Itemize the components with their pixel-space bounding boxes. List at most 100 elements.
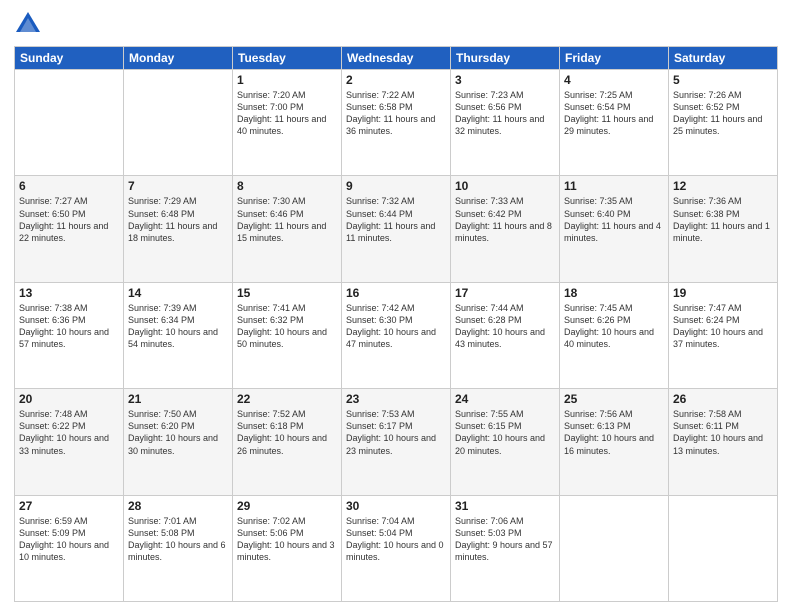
cell-info: Sunrise: 7:56 AM Sunset: 6:13 PM Dayligh… (564, 408, 664, 457)
day-number: 7 (128, 179, 228, 193)
day-number: 21 (128, 392, 228, 406)
logo (14, 10, 46, 38)
cell-info: Sunrise: 7:42 AM Sunset: 6:30 PM Dayligh… (346, 302, 446, 351)
cell-info: Sunrise: 7:58 AM Sunset: 6:11 PM Dayligh… (673, 408, 773, 457)
cell-info: Sunrise: 7:47 AM Sunset: 6:24 PM Dayligh… (673, 302, 773, 351)
cell-info: Sunrise: 7:52 AM Sunset: 6:18 PM Dayligh… (237, 408, 337, 457)
calendar-cell: 28 Sunrise: 7:01 AM Sunset: 5:08 PM Dayli… (124, 495, 233, 601)
cell-info: Sunrise: 7:26 AM Sunset: 6:52 PM Dayligh… (673, 89, 773, 138)
col-header-thursday: Thursday (451, 47, 560, 70)
calendar-cell: 30Sunrise: 7:04 AM Sunset: 5:04 PM Dayli… (342, 495, 451, 601)
day-number: 11 (564, 179, 664, 193)
calendar-cell: 26 Sunrise: 7:58 AM Sunset: 6:11 PM Dayli… (669, 389, 778, 495)
day-number: 30 (346, 499, 446, 513)
cell-info: Sunrise: 7:38 AM Sunset: 6:36 PM Dayligh… (19, 302, 119, 351)
day-number: 24 (455, 392, 555, 406)
col-header-monday: Monday (124, 47, 233, 70)
day-number: 23 (346, 392, 446, 406)
cell-info: Sunrise: 7:23 AM Sunset: 6:56 PM Dayligh… (455, 89, 555, 138)
cell-info: Sunrise: 7:25 AM Sunset: 6:54 PM Dayligh… (564, 89, 664, 138)
day-number: 9 (346, 179, 446, 193)
calendar-cell: 25 Sunrise: 7:56 AM Sunset: 6:13 PM Dayli… (560, 389, 669, 495)
calendar-cell: 2 Sunrise: 7:22 AM Sunset: 6:58 PM Daylig… (342, 70, 451, 176)
calendar-cell: 29 Sunrise: 7:02 AM Sunset: 5:06 PM Dayli… (233, 495, 342, 601)
day-number: 19 (673, 286, 773, 300)
calendar-cell: 5 Sunrise: 7:26 AM Sunset: 6:52 PM Daylig… (669, 70, 778, 176)
logo-icon (14, 10, 42, 38)
calendar-cell: 11 Sunrise: 7:35 AM Sunset: 6:40 PM Dayli… (560, 176, 669, 282)
day-number: 15 (237, 286, 337, 300)
cell-info: Sunrise: 7:41 AM Sunset: 6:32 PM Dayligh… (237, 302, 337, 351)
calendar-cell: 1Sunrise: 7:20 AM Sunset: 7:00 PM Daylig… (233, 70, 342, 176)
calendar-cell: 3 Sunrise: 7:23 AM Sunset: 6:56 PM Daylig… (451, 70, 560, 176)
col-header-friday: Friday (560, 47, 669, 70)
calendar-cell: 22Sunrise: 7:52 AM Sunset: 6:18 PM Dayli… (233, 389, 342, 495)
calendar-cell (15, 70, 124, 176)
day-number: 12 (673, 179, 773, 193)
day-number: 16 (346, 286, 446, 300)
calendar-cell: 24 Sunrise: 7:55 AM Sunset: 6:15 PM Dayli… (451, 389, 560, 495)
calendar-cell: 4 Sunrise: 7:25 AM Sunset: 6:54 PM Daylig… (560, 70, 669, 176)
day-number: 28 (128, 499, 228, 513)
day-number: 26 (673, 392, 773, 406)
calendar-cell (669, 495, 778, 601)
day-number: 29 (237, 499, 337, 513)
cell-info: Sunrise: 7:50 AM Sunset: 6:20 PM Dayligh… (128, 408, 228, 457)
day-number: 1 (237, 73, 337, 87)
cell-info: Sunrise: 7:32 AM Sunset: 6:44 PM Dayligh… (346, 195, 446, 244)
day-number: 18 (564, 286, 664, 300)
col-header-tuesday: Tuesday (233, 47, 342, 70)
calendar-cell: 12 Sunrise: 7:36 AM Sunset: 6:38 PM Dayli… (669, 176, 778, 282)
day-number: 4 (564, 73, 664, 87)
day-number: 20 (19, 392, 119, 406)
calendar-cell: 7Sunrise: 7:29 AM Sunset: 6:48 PM Daylig… (124, 176, 233, 282)
day-number: 5 (673, 73, 773, 87)
calendar-cell: 27 Sunrise: 6:59 AM Sunset: 5:09 PM Dayli… (15, 495, 124, 601)
calendar-cell: 23 Sunrise: 7:53 AM Sunset: 6:17 PM Dayli… (342, 389, 451, 495)
calendar-cell: 31 Sunrise: 7:06 AM Sunset: 5:03 PM Dayli… (451, 495, 560, 601)
calendar-table: SundayMondayTuesdayWednesdayThursdayFrid… (14, 46, 778, 602)
col-header-sunday: Sunday (15, 47, 124, 70)
cell-info: Sunrise: 6:59 AM Sunset: 5:09 PM Dayligh… (19, 515, 119, 564)
cell-info: Sunrise: 7:02 AM Sunset: 5:06 PM Dayligh… (237, 515, 337, 564)
cell-info: Sunrise: 7:01 AM Sunset: 5:08 PM Dayligh… (128, 515, 228, 564)
day-number: 31 (455, 499, 555, 513)
col-header-wednesday: Wednesday (342, 47, 451, 70)
cell-info: Sunrise: 7:33 AM Sunset: 6:42 PM Dayligh… (455, 195, 555, 244)
calendar-cell: 8Sunrise: 7:30 AM Sunset: 6:46 PM Daylig… (233, 176, 342, 282)
calendar-cell: 16 Sunrise: 7:42 AM Sunset: 6:30 PM Dayli… (342, 282, 451, 388)
day-number: 8 (237, 179, 337, 193)
calendar-cell: 21 Sunrise: 7:50 AM Sunset: 6:20 PM Dayli… (124, 389, 233, 495)
cell-info: Sunrise: 7:44 AM Sunset: 6:28 PM Dayligh… (455, 302, 555, 351)
calendar-cell: 6 Sunrise: 7:27 AM Sunset: 6:50 PM Daylig… (15, 176, 124, 282)
cell-info: Sunrise: 7:53 AM Sunset: 6:17 PM Dayligh… (346, 408, 446, 457)
calendar-cell: 10 Sunrise: 7:33 AM Sunset: 6:42 PM Dayli… (451, 176, 560, 282)
cell-info: Sunrise: 7:55 AM Sunset: 6:15 PM Dayligh… (455, 408, 555, 457)
day-number: 25 (564, 392, 664, 406)
calendar-cell: 9 Sunrise: 7:32 AM Sunset: 6:44 PM Daylig… (342, 176, 451, 282)
cell-info: Sunrise: 7:27 AM Sunset: 6:50 PM Dayligh… (19, 195, 119, 244)
day-number: 17 (455, 286, 555, 300)
cell-info: Sunrise: 7:36 AM Sunset: 6:38 PM Dayligh… (673, 195, 773, 244)
cell-info: Sunrise: 7:35 AM Sunset: 6:40 PM Dayligh… (564, 195, 664, 244)
calendar-cell: 15 Sunrise: 7:41 AM Sunset: 6:32 PM Dayli… (233, 282, 342, 388)
day-number: 3 (455, 73, 555, 87)
cell-info: Sunrise: 7:06 AM Sunset: 5:03 PM Dayligh… (455, 515, 555, 564)
calendar-cell: 17 Sunrise: 7:44 AM Sunset: 6:28 PM Dayli… (451, 282, 560, 388)
day-number: 2 (346, 73, 446, 87)
day-number: 13 (19, 286, 119, 300)
calendar-cell: 19 Sunrise: 7:47 AM Sunset: 6:24 PM Dayli… (669, 282, 778, 388)
day-number: 14 (128, 286, 228, 300)
calendar-cell (124, 70, 233, 176)
calendar-cell (560, 495, 669, 601)
cell-info: Sunrise: 7:48 AM Sunset: 6:22 PM Dayligh… (19, 408, 119, 457)
cell-info: Sunrise: 7:39 AM Sunset: 6:34 PM Dayligh… (128, 302, 228, 351)
page-header (14, 10, 778, 38)
cell-info: Sunrise: 7:22 AM Sunset: 6:58 PM Dayligh… (346, 89, 446, 138)
calendar-cell: 13 Sunrise: 7:38 AM Sunset: 6:36 PM Dayli… (15, 282, 124, 388)
day-number: 27 (19, 499, 119, 513)
day-number: 10 (455, 179, 555, 193)
calendar-cell: 14 Sunrise: 7:39 AM Sunset: 6:34 PM Dayli… (124, 282, 233, 388)
day-number: 6 (19, 179, 119, 193)
col-header-saturday: Saturday (669, 47, 778, 70)
